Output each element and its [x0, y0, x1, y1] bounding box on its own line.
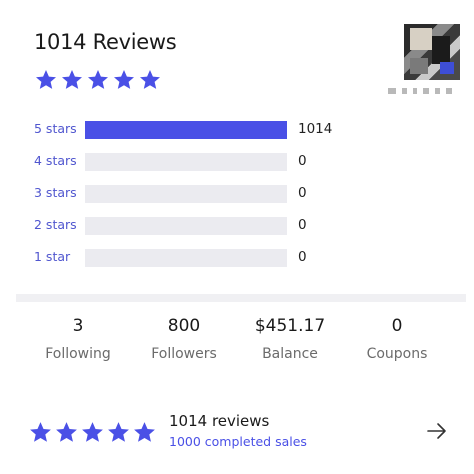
rating-row-count: 0 [298, 249, 307, 265]
rating-row-count: 0 [298, 217, 307, 233]
rating-row-label: 2 stars [34, 217, 77, 232]
stat-value: 0 [391, 316, 403, 336]
rating-stars [34, 68, 162, 92]
rating-row-label: 5 stars [34, 121, 77, 136]
star-icon [54, 420, 79, 445]
profile-stats: 3 Following 800 Followers $451.17 Balanc… [16, 316, 466, 376]
stat-label: Coupons [366, 346, 428, 362]
section-divider [16, 294, 466, 302]
avatar-pixel [410, 58, 428, 74]
rating-row-count: 0 [298, 185, 307, 201]
star-icon [34, 68, 58, 92]
stat-label: Following [45, 346, 111, 362]
stat-value: $451.17 [254, 316, 326, 336]
rating-row-3[interactable]: 3 stars 0 [34, 184, 334, 203]
summary-reviews-count[interactable]: 1014 reviews [169, 412, 269, 430]
arrow-right-icon[interactable] [424, 418, 450, 444]
stat-followers[interactable]: 800 Followers [129, 316, 239, 362]
stat-balance[interactable]: $451.17 Balance [235, 316, 345, 362]
star-icon [86, 68, 110, 92]
stat-value: 800 [167, 316, 201, 336]
rating-bar-track [85, 153, 287, 171]
rating-row-label: 1 star [34, 249, 71, 264]
rating-row-label: 3 stars [34, 185, 77, 200]
stat-following[interactable]: 3 Following [23, 316, 133, 362]
star-icon [112, 68, 136, 92]
rating-bar-track [85, 217, 287, 235]
avatar-pixel [410, 28, 432, 50]
rating-bar-fill [85, 121, 287, 139]
stat-coupons[interactable]: 0 Coupons [342, 316, 452, 362]
rating-row-2[interactable]: 2 stars 0 [34, 216, 334, 235]
star-icon [138, 68, 162, 92]
stat-value: 3 [72, 316, 84, 336]
summary-stars [28, 420, 157, 445]
rating-row-1[interactable]: 1 star 0 [34, 248, 334, 267]
star-icon [80, 420, 105, 445]
rating-row-label: 4 stars [34, 153, 77, 168]
avatar-pixel [432, 36, 450, 64]
summary-completed-sales[interactable]: 1000 completed sales [169, 434, 307, 449]
rating-bar-track [85, 121, 287, 139]
star-icon [28, 420, 53, 445]
rating-row-5[interactable]: 5 stars 1014 [34, 120, 334, 139]
rating-row-count: 1014 [298, 121, 333, 137]
stat-label: Followers [151, 346, 217, 362]
username-redacted [388, 88, 454, 94]
avatar[interactable] [404, 24, 460, 80]
rating-row-count: 0 [298, 153, 307, 169]
rating-bar-track [85, 185, 287, 203]
star-icon [132, 420, 157, 445]
page-title: 1014 Reviews [34, 30, 177, 54]
star-icon [106, 420, 131, 445]
avatar-pixel [440, 62, 454, 74]
stat-label: Balance [262, 346, 318, 362]
rating-bar-track [85, 249, 287, 267]
star-icon [60, 68, 84, 92]
rating-row-4[interactable]: 4 stars 0 [34, 152, 334, 171]
